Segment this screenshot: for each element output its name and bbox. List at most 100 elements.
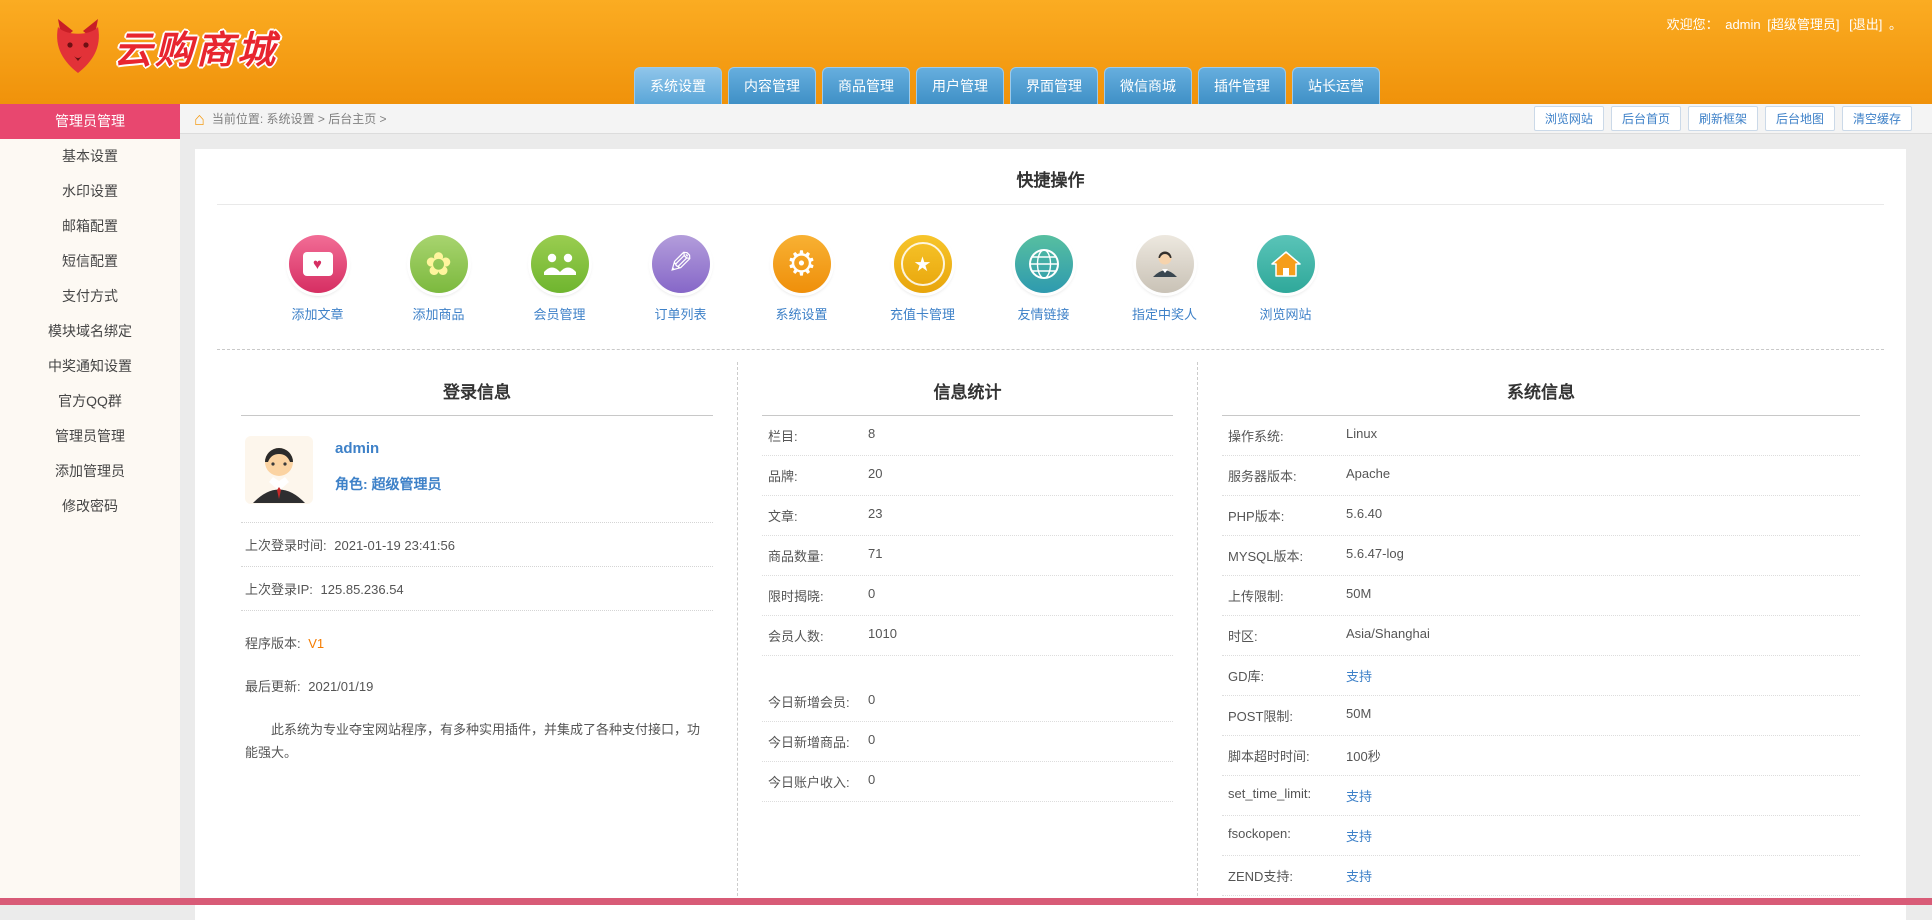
- sidebar-item-12[interactable]: 管理员管理: [0, 419, 180, 454]
- quick-action-label: 订单列表: [654, 307, 707, 322]
- stat-value: 0: [868, 586, 876, 601]
- quick-actions-row: ♥ 添加文章 ✿ 添加商品 会员管理 ✎ 订单列表 ⚙ 系统设置 ★ 充值卡管理 友情链接 指定中奖人 浏…: [217, 205, 1884, 343]
- stat-label: GD库:: [1228, 669, 1265, 684]
- sidebar-item-7[interactable]: 支付方式: [0, 279, 180, 314]
- last-update-value: 2021/01/19: [308, 679, 374, 694]
- stat-row: 商品数量: 71: [762, 536, 1173, 576]
- crumb-action-5[interactable]: 清空缓存: [1841, 106, 1912, 131]
- sidebar-item-13[interactable]: 添加管理员: [0, 454, 180, 489]
- tab-1[interactable]: 系统设置: [634, 67, 722, 104]
- tab-7[interactable]: 插件管理: [1198, 67, 1286, 104]
- quick-action-label: 系统设置: [775, 307, 828, 322]
- last-update-label: 最后更新:: [245, 679, 301, 694]
- stat-row: GD库: 支持: [1222, 656, 1860, 696]
- stat-row: 栏目: 8: [762, 416, 1173, 456]
- welcome-text: 欢迎您：: [1666, 17, 1719, 32]
- stat-value: 0: [868, 772, 876, 787]
- tab-4[interactable]: 用户管理: [916, 67, 1004, 104]
- quick-action-gears[interactable]: ⚙ 系统设置: [741, 235, 862, 323]
- winner-person-icon: [1152, 251, 1177, 277]
- stat-value[interactable]: 支持: [1346, 826, 1372, 845]
- sidebar-item-9[interactable]: 中奖通知设置: [0, 349, 180, 384]
- stat-value: 1010: [868, 626, 897, 641]
- logout-link[interactable]: [退出]: [1849, 17, 1882, 32]
- tab-5[interactable]: 界面管理: [1010, 67, 1098, 104]
- stat-value: 8: [868, 426, 876, 441]
- sidebar-item-14[interactable]: 修改密码: [0, 489, 180, 524]
- quick-action-flower[interactable]: ✿ 添加商品: [378, 235, 499, 323]
- login-identity-text: admin 角色: 超级管理员: [335, 436, 442, 504]
- welcome-username: admin: [1725, 17, 1761, 32]
- quick-action-winner-person[interactable]: 指定中奖人: [1104, 235, 1225, 323]
- last-login-time-value: 2021-01-19 23:41:56: [334, 538, 455, 553]
- stat-row: 今日新增会员: 0: [762, 682, 1173, 722]
- stat-value[interactable]: 支持: [1346, 666, 1372, 685]
- sidebar-section-11[interactable]: 管理员管理: [0, 104, 180, 139]
- members-icon: [543, 253, 576, 275]
- version-group: 程序版本: V1 最后更新: 2021/01/19: [241, 621, 713, 707]
- tab-8[interactable]: 站长运营: [1292, 67, 1380, 104]
- stat-label: POST限制:: [1228, 709, 1294, 724]
- stat-row: 服务器版本: Apache: [1222, 456, 1860, 496]
- info-columns: 登录信息 admin 角色: 超级管理员 上次登录时间: 2021-01-19 …: [217, 362, 1884, 896]
- sidebar-item-8[interactable]: 模块域名绑定: [0, 314, 180, 349]
- stat-label: 今日账户收入:: [768, 775, 850, 790]
- avatar: [245, 436, 313, 504]
- stat-value: 71: [868, 546, 883, 561]
- quick-actions-title: 快捷操作: [217, 149, 1884, 205]
- crumb-action-2[interactable]: 后台首页: [1610, 106, 1681, 131]
- quick-action-home[interactable]: 浏览网站: [1225, 235, 1346, 323]
- last-update-row: 最后更新: 2021/01/19: [241, 664, 713, 707]
- sidebar-item-3[interactable]: 基本设置: [0, 139, 180, 174]
- stat-row: MYSQL版本: 5.6.47-log: [1222, 536, 1860, 576]
- welcome-bar: 欢迎您： admin [超级管理员] [退出] 。: [1664, 14, 1902, 33]
- quick-action-order[interactable]: ✎ 订单列表: [620, 235, 741, 323]
- stat-label: 服务器版本:: [1228, 469, 1297, 484]
- stat-value[interactable]: 支持: [1346, 786, 1372, 805]
- stat-row: PHP版本: 5.6.40: [1222, 496, 1860, 536]
- stat-row: 会员人数: 1010: [762, 616, 1173, 656]
- crumb-action-1[interactable]: 浏览网站: [1533, 106, 1604, 131]
- home-icon: [1270, 251, 1301, 277]
- quick-action-article[interactable]: ♥ 添加文章: [257, 235, 378, 323]
- quick-action-globe-link[interactable]: 友情链接: [983, 235, 1104, 323]
- stat-label: fsockopen:: [1228, 826, 1291, 841]
- login-role-value: 超级管理员: [371, 476, 442, 492]
- login-info-panel: 登录信息 admin 角色: 超级管理员 上次登录时间: 2021-01-19 …: [217, 362, 737, 896]
- tab-6[interactable]: 微信商城: [1104, 67, 1192, 104]
- last-login-ip-value: 125.85.236.54: [320, 582, 404, 597]
- last-login-ip-row: 上次登录IP: 125.85.236.54: [241, 567, 713, 611]
- content-panel: 快捷操作 ♥ 添加文章 ✿ 添加商品 会员管理 ✎ 订单列表 ⚙ 系统设置 ★ 充值卡管理 友情链接 指…: [195, 149, 1906, 920]
- sidebar: 站点设置SEO设置基本设置水印设置邮箱配置短信配置支付方式模块域名绑定中奖通知设…: [0, 104, 180, 898]
- nav-tabs: 系统设置 内容管理 商品管理 用户管理 界面管理 微信商城 插件管理 站长运营: [634, 67, 1380, 104]
- crumb-action-3[interactable]: 刷新框架: [1687, 106, 1758, 131]
- login-identity: admin 角色: 超级管理员: [241, 416, 713, 523]
- sidebar-item-6[interactable]: 短信配置: [0, 244, 180, 279]
- stat-value: Linux: [1346, 426, 1378, 441]
- version-value: V1: [308, 636, 325, 651]
- quick-action-label: 友情链接: [1017, 307, 1070, 322]
- quick-action-members[interactable]: 会员管理: [499, 235, 620, 323]
- stat-row: 今日新增商品: 0: [762, 722, 1173, 762]
- quick-action-coin[interactable]: ★ 充值卡管理: [862, 235, 983, 323]
- crumb-action-4[interactable]: 后台地图: [1764, 106, 1835, 131]
- home-icon-circle: [1256, 235, 1315, 293]
- stat-value[interactable]: 支持: [1346, 866, 1372, 885]
- login-username: admin: [335, 440, 380, 457]
- stat-value: 20: [868, 466, 883, 481]
- stat-value: 50M: [1346, 586, 1372, 601]
- quick-action-label: 指定中奖人: [1131, 307, 1197, 322]
- login-info-title: 登录信息: [241, 362, 713, 416]
- globe-link-icon: [1028, 249, 1059, 279]
- home-breadcrumb-icon: ⌂: [194, 108, 205, 129]
- stat-row: POST限制: 50M: [1222, 696, 1860, 736]
- stat-value: 0: [868, 732, 876, 747]
- sidebar-item-5[interactable]: 邮箱配置: [0, 209, 180, 244]
- stat-value: 5.6.40: [1346, 506, 1383, 521]
- sidebar-item-10[interactable]: 官方QQ群: [0, 384, 180, 419]
- statistics-today-rows: 今日新增会员: 0 今日新增商品: 0 今日账户收入: 0: [762, 682, 1173, 802]
- tab-2[interactable]: 内容管理: [728, 67, 816, 104]
- sidebar-item-4[interactable]: 水印设置: [0, 174, 180, 209]
- winner-person-icon-circle: [1135, 235, 1194, 293]
- tab-3[interactable]: 商品管理: [822, 67, 910, 104]
